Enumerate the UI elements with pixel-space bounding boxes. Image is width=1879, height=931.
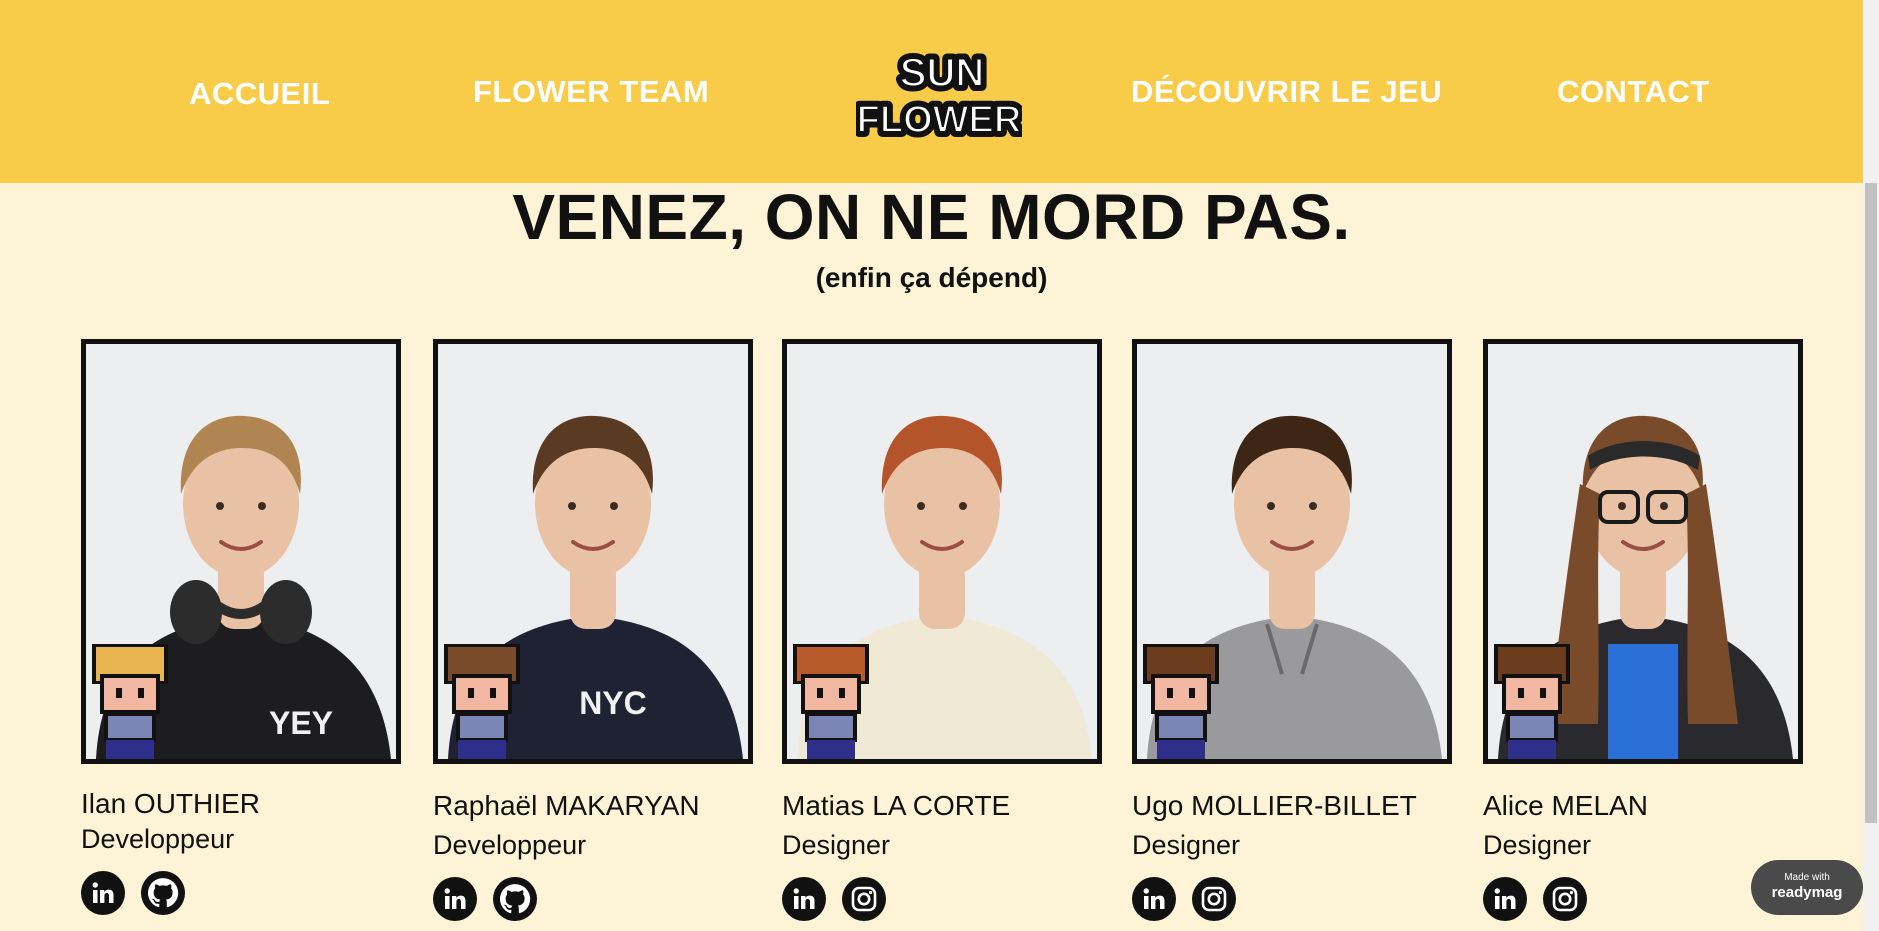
team-member-role: Developpeur <box>433 830 587 860</box>
linkedin-icon[interactable] <box>1132 877 1176 921</box>
team-member-socials <box>433 877 753 921</box>
team-member-card: Alice MELAN Designer <box>1483 339 1803 921</box>
linkedin-icon[interactable] <box>433 877 477 921</box>
logo-line1: SUN <box>900 51 984 95</box>
team-member-role: Designer <box>1483 830 1592 860</box>
team-member-socials <box>782 877 1102 921</box>
team-member-photo: NYC <box>433 339 753 764</box>
team-member-card: Matias LA CORTE Designer <box>782 339 1102 921</box>
made-with-readymag-badge[interactable]: Made with readymag <box>1751 860 1863 915</box>
team-member-photo <box>1132 339 1452 764</box>
shirt-print-text: NYC <box>579 685 647 721</box>
scrollbar-thumb[interactable] <box>1865 183 1877 823</box>
linkedin-icon[interactable] <box>1483 877 1527 921</box>
team-member-role: Developpeur <box>81 824 235 854</box>
badge-brand: readymag <box>1771 884 1843 901</box>
nav-team-link[interactable]: FLOWER TEAM <box>473 74 709 110</box>
site-header: ACCUEIL FLOWER TEAM SUN SUN FLOWER FLOWE… <box>0 0 1863 183</box>
sunflower-logo[interactable]: SUN SUN FLOWER FLOWER <box>852 40 1027 146</box>
team-member-card: Ugo MOLLIER-BILLET Designer <box>1132 339 1452 921</box>
instagram-icon[interactable] <box>1543 877 1587 921</box>
nav-game-link[interactable]: DÉCOUVRIR LE JEU <box>1131 74 1442 110</box>
nav-home-link[interactable]: ACCUEIL <box>189 76 330 112</box>
github-icon[interactable] <box>141 871 185 915</box>
team-member-photo <box>782 339 1102 764</box>
shirt-print-text: YEY <box>269 705 333 741</box>
team-member-name: Matias LA CORTE <box>782 790 1011 821</box>
nav-contact-link[interactable]: CONTACT <box>1557 74 1710 110</box>
team-member-name: Alice MELAN <box>1483 790 1648 821</box>
linkedin-icon[interactable] <box>81 871 125 915</box>
page-subtitle: (enfin ça dépend) <box>815 262 1048 293</box>
instagram-icon[interactable] <box>842 877 886 921</box>
logo-line2: FLOWER <box>857 99 1022 141</box>
team-member-photo: YEY <box>81 339 401 764</box>
team-member-role: Designer <box>782 830 891 860</box>
github-icon[interactable] <box>493 877 537 921</box>
team-member-socials <box>1132 877 1452 921</box>
team-member-socials <box>81 871 401 915</box>
team-member-card: NYC Raphaël MAKARYAN Developpeur <box>433 339 753 921</box>
team-member-name: Raphaël MAKARYAN <box>433 790 700 821</box>
instagram-icon[interactable] <box>1192 877 1236 921</box>
team-member-photo <box>1483 339 1803 764</box>
team-member-card: YEY Ilan OUTHIER Developpeur <box>81 339 401 915</box>
team-member-role: Designer <box>1132 830 1241 860</box>
team-member-name: Ilan OUTHIER <box>81 788 260 819</box>
team-member-name: Ugo MOLLIER-BILLET <box>1132 790 1417 821</box>
linkedin-icon[interactable] <box>782 877 826 921</box>
page-title: VENEZ, ON NE MORD PAS. <box>512 181 1351 253</box>
badge-made-with: Made with <box>1784 872 1830 883</box>
